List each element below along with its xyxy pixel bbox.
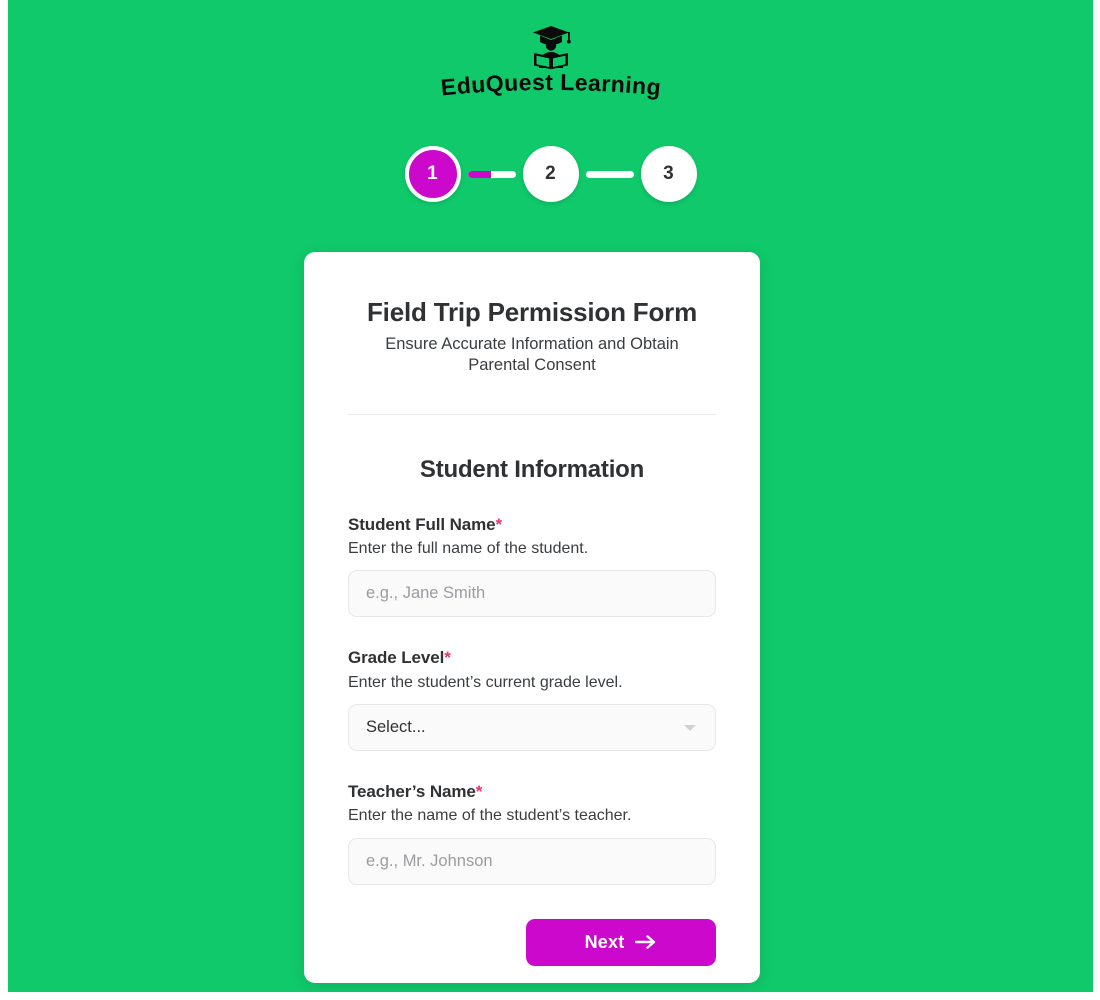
form-card: Field Trip Permission Form Ensure Accura… [304,252,760,983]
field-help-grade-level: Enter the student’s current grade level. [348,673,623,691]
next-button[interactable]: Next [526,918,716,966]
divider [348,413,716,415]
chevron-down-icon [684,724,696,731]
brand-header: EduQuest Learning [8,24,1093,106]
progress-stepper: 1 2 3 [8,146,1093,202]
page-title: Field Trip Permission Form [367,297,697,327]
step-label-1: 1 [427,163,438,184]
grade-level-select[interactable]: Select... [348,704,716,752]
field-label-student-full-name: Student Full Name* [348,514,716,536]
brand-name: EduQuest Learning [8,72,1093,106]
form-footer: Next [348,918,716,966]
form-subtitle: Ensure Accurate Information and Obtain P… [385,334,679,374]
required-marker: * [444,648,451,668]
step-indicator-2[interactable]: 2 [522,146,579,202]
field-label-grade-level: Grade Level* [348,647,716,669]
page-canvas: EduQuest Learning 1 2 3 Field Trip Permi… [8,0,1093,992]
required-marker: * [475,782,483,802]
step-connector-2 [585,170,634,178]
field-label-text: Grade Level [348,648,445,668]
field-grade-level: Grade Level* Enter the student’s current… [348,647,716,752]
field-teacher-name: Teacher’s Name* Enter the name of the st… [348,781,716,885]
step-label-3: 3 [663,163,674,184]
arrow-right-icon [635,935,656,950]
field-label-text: Teacher’s Name [348,782,476,802]
field-help-teacher-name: Enter the name of the student’s teacher. [348,807,632,825]
next-button-label: Next [584,931,625,952]
step-label-2: 2 [545,163,556,184]
field-label-teacher-name: Teacher’s Name* [348,781,716,803]
section-title: Student Information [419,455,645,483]
field-student-full-name: Student Full Name* Enter the full name o… [348,514,716,618]
field-label-text: Student Full Name [348,514,496,534]
step-indicator-1[interactable]: 1 [404,146,461,202]
graduate-reading-book-icon [532,26,571,70]
student-full-name-input[interactable]: e.g., Jane Smith [348,570,716,618]
svg-text:EduQuest Learning: EduQuest Learning [439,72,662,100]
grade-level-selected-value: Select... [366,718,426,737]
step-indicator-3[interactable]: 3 [640,146,697,202]
brand-name-text: EduQuest Learning [439,72,661,100]
field-help-student-full-name: Enter the full name of the student. [348,539,589,557]
teacher-name-input[interactable]: e.g., Mr. Johnson [348,837,716,885]
step-connector-1-fill [467,170,491,178]
required-marker: * [495,514,503,534]
step-connector-1 [467,170,516,178]
